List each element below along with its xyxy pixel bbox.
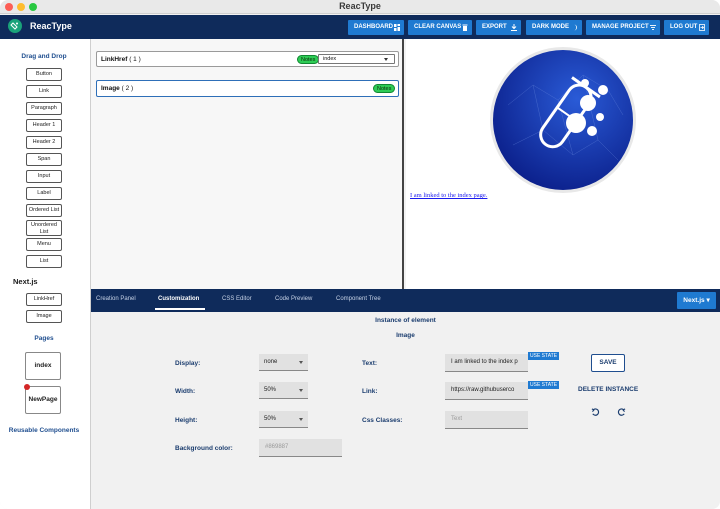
reusable-components-heading: Reusable Components [8, 427, 80, 434]
html-element-span[interactable]: Span [26, 153, 62, 166]
html-element-button[interactable]: Button [26, 68, 62, 81]
html-element-header-1[interactable]: Header 1 [26, 119, 62, 132]
next-element-linkhref[interactable]: LinkHref [26, 293, 62, 306]
html-element-unordered-list[interactable]: Unordered List [26, 220, 62, 236]
height-label: Height: [175, 417, 198, 424]
bottom-panel-tabs: Creation Panel Customization CSS Editor … [91, 289, 720, 312]
undo-icon[interactable] [591, 408, 600, 417]
reactype-logo-icon [8, 19, 22, 33]
page-card-newpage[interactable]: NewPage [25, 386, 61, 414]
delete-instance-button[interactable]: DELETE INSTANCE [578, 386, 638, 393]
dashboard-button-label: DASHBOARD [354, 24, 393, 30]
manage-project-button-label: MANAGE PROJECT [592, 24, 649, 30]
dark-mode-button-label: DARK MODE [532, 24, 569, 30]
log-out-button[interactable]: LOG OUT [664, 20, 709, 35]
save-button[interactable]: SAVE [591, 354, 625, 372]
width-label: Width: [175, 388, 196, 395]
window-title: ReacType [339, 1, 381, 11]
html-element-paragraph[interactable]: Paragraph [26, 102, 62, 115]
test-tube-logo-image [490, 47, 636, 193]
text-input[interactable]: I am linked to the index p [445, 354, 528, 372]
text-use-state-button[interactable]: USE STATE [528, 352, 560, 360]
clear-canvas-button-label: CLEAR CANVAS [414, 24, 462, 30]
next-element-image[interactable]: Image [26, 310, 62, 323]
css-classes-input[interactable]: Text [445, 411, 528, 429]
tab-customization[interactable]: Customization [158, 296, 199, 302]
dashboard-button[interactable]: DASHBOARD [348, 20, 404, 35]
logout-icon [699, 24, 705, 31]
framework-select-button[interactable]: Next.js ▾ [677, 292, 716, 309]
tab-css-editor[interactable]: CSS Editor [222, 296, 252, 302]
clear-canvas-button[interactable]: CLEAR CANVAS [408, 20, 472, 35]
height-select[interactable]: 50% [259, 411, 308, 428]
download-icon [511, 24, 517, 31]
manage-project-button[interactable]: MANAGE PROJECT [586, 20, 660, 35]
tab-code-preview[interactable]: Code Preview [275, 296, 312, 302]
canvas-item-label: Image ( 2 ) [101, 85, 134, 92]
css-classes-label: Css Classes: [362, 417, 403, 424]
element-name: Image [396, 332, 415, 339]
active-tab-indicator [155, 308, 205, 310]
tab-component-tree[interactable]: Component Tree [336, 296, 381, 302]
link-use-state-button[interactable]: USE STATE [528, 381, 560, 389]
title-bar: ReacType [0, 0, 720, 14]
width-select[interactable]: 50% [259, 382, 308, 399]
dashboard-icon [394, 24, 400, 31]
export-button-label: EXPORT [482, 24, 507, 30]
chevron-down-icon: ▾ [706, 297, 710, 304]
html-element-list[interactable]: List [26, 255, 62, 268]
html-element-menu[interactable]: Menu [26, 238, 62, 251]
trash-icon [462, 24, 468, 31]
html-element-ordered-list[interactable]: Ordered List [26, 204, 62, 217]
html-element-label[interactable]: Label [26, 187, 62, 200]
chevron-down-icon [384, 58, 388, 61]
nextjs-heading: Next.js [13, 277, 38, 286]
chevron-down-icon [299, 389, 303, 392]
link-label: Link: [362, 388, 378, 395]
app-window: ReacType ReacType DASHBOARD CLEAR CANVAS… [0, 0, 720, 509]
redo-icon[interactable] [617, 408, 626, 417]
canvas-item-label: LinkHref ( 1 ) [101, 56, 141, 63]
chevron-down-icon [299, 361, 303, 364]
chevron-down-icon [299, 418, 303, 421]
display-label: Display: [175, 360, 201, 367]
customization-panel: Instance of element Image Display: none … [91, 312, 720, 509]
canvas-item-image[interactable]: Image ( 2 ) Notes [96, 80, 399, 97]
background-color-label: Background color: [175, 445, 233, 452]
html-element-input[interactable]: Input [26, 170, 62, 183]
page-card-index[interactable]: index [25, 352, 61, 380]
background-color-input[interactable]: #869887 [259, 439, 342, 457]
app-header: ReacType DASHBOARD CLEAR CANVAS EXPORT D… [0, 15, 720, 39]
preview-link[interactable]: I am linked to the index page. [410, 192, 487, 199]
canvas-panel: LinkHref ( 1 ) Notes index Image ( 2 ) N… [91, 39, 404, 289]
moon-icon [574, 24, 577, 31]
delete-page-icon[interactable] [24, 384, 30, 390]
drag-and-drop-heading: Drag and Drop [21, 53, 67, 60]
canvas-item-linkhref[interactable]: LinkHref ( 1 ) Notes index [96, 51, 399, 67]
href-page-select[interactable]: index [318, 54, 395, 64]
component-sidebar: Drag and Drop Button Link Paragraph Head… [0, 39, 91, 509]
dark-mode-button[interactable]: DARK MODE [526, 20, 582, 35]
text-label: Text: [362, 360, 378, 367]
log-out-button-label: LOG OUT [670, 24, 698, 30]
pages-heading: Pages [34, 335, 54, 342]
notes-button[interactable]: Notes [297, 55, 320, 64]
instance-heading: Instance of element [375, 317, 436, 324]
html-element-link[interactable]: Link [26, 85, 62, 98]
tab-creation-panel[interactable]: Creation Panel [96, 296, 136, 302]
export-button[interactable]: EXPORT [476, 20, 521, 35]
link-input[interactable]: https://raw.githubuserco [445, 382, 528, 400]
html-element-header-2[interactable]: Header 2 [26, 136, 62, 149]
app-name: ReacType [30, 21, 72, 31]
display-select[interactable]: none [259, 354, 308, 371]
notes-button[interactable]: Notes [373, 84, 396, 93]
live-preview: I am linked to the index page. [406, 39, 720, 289]
menu-icon [650, 25, 656, 30]
